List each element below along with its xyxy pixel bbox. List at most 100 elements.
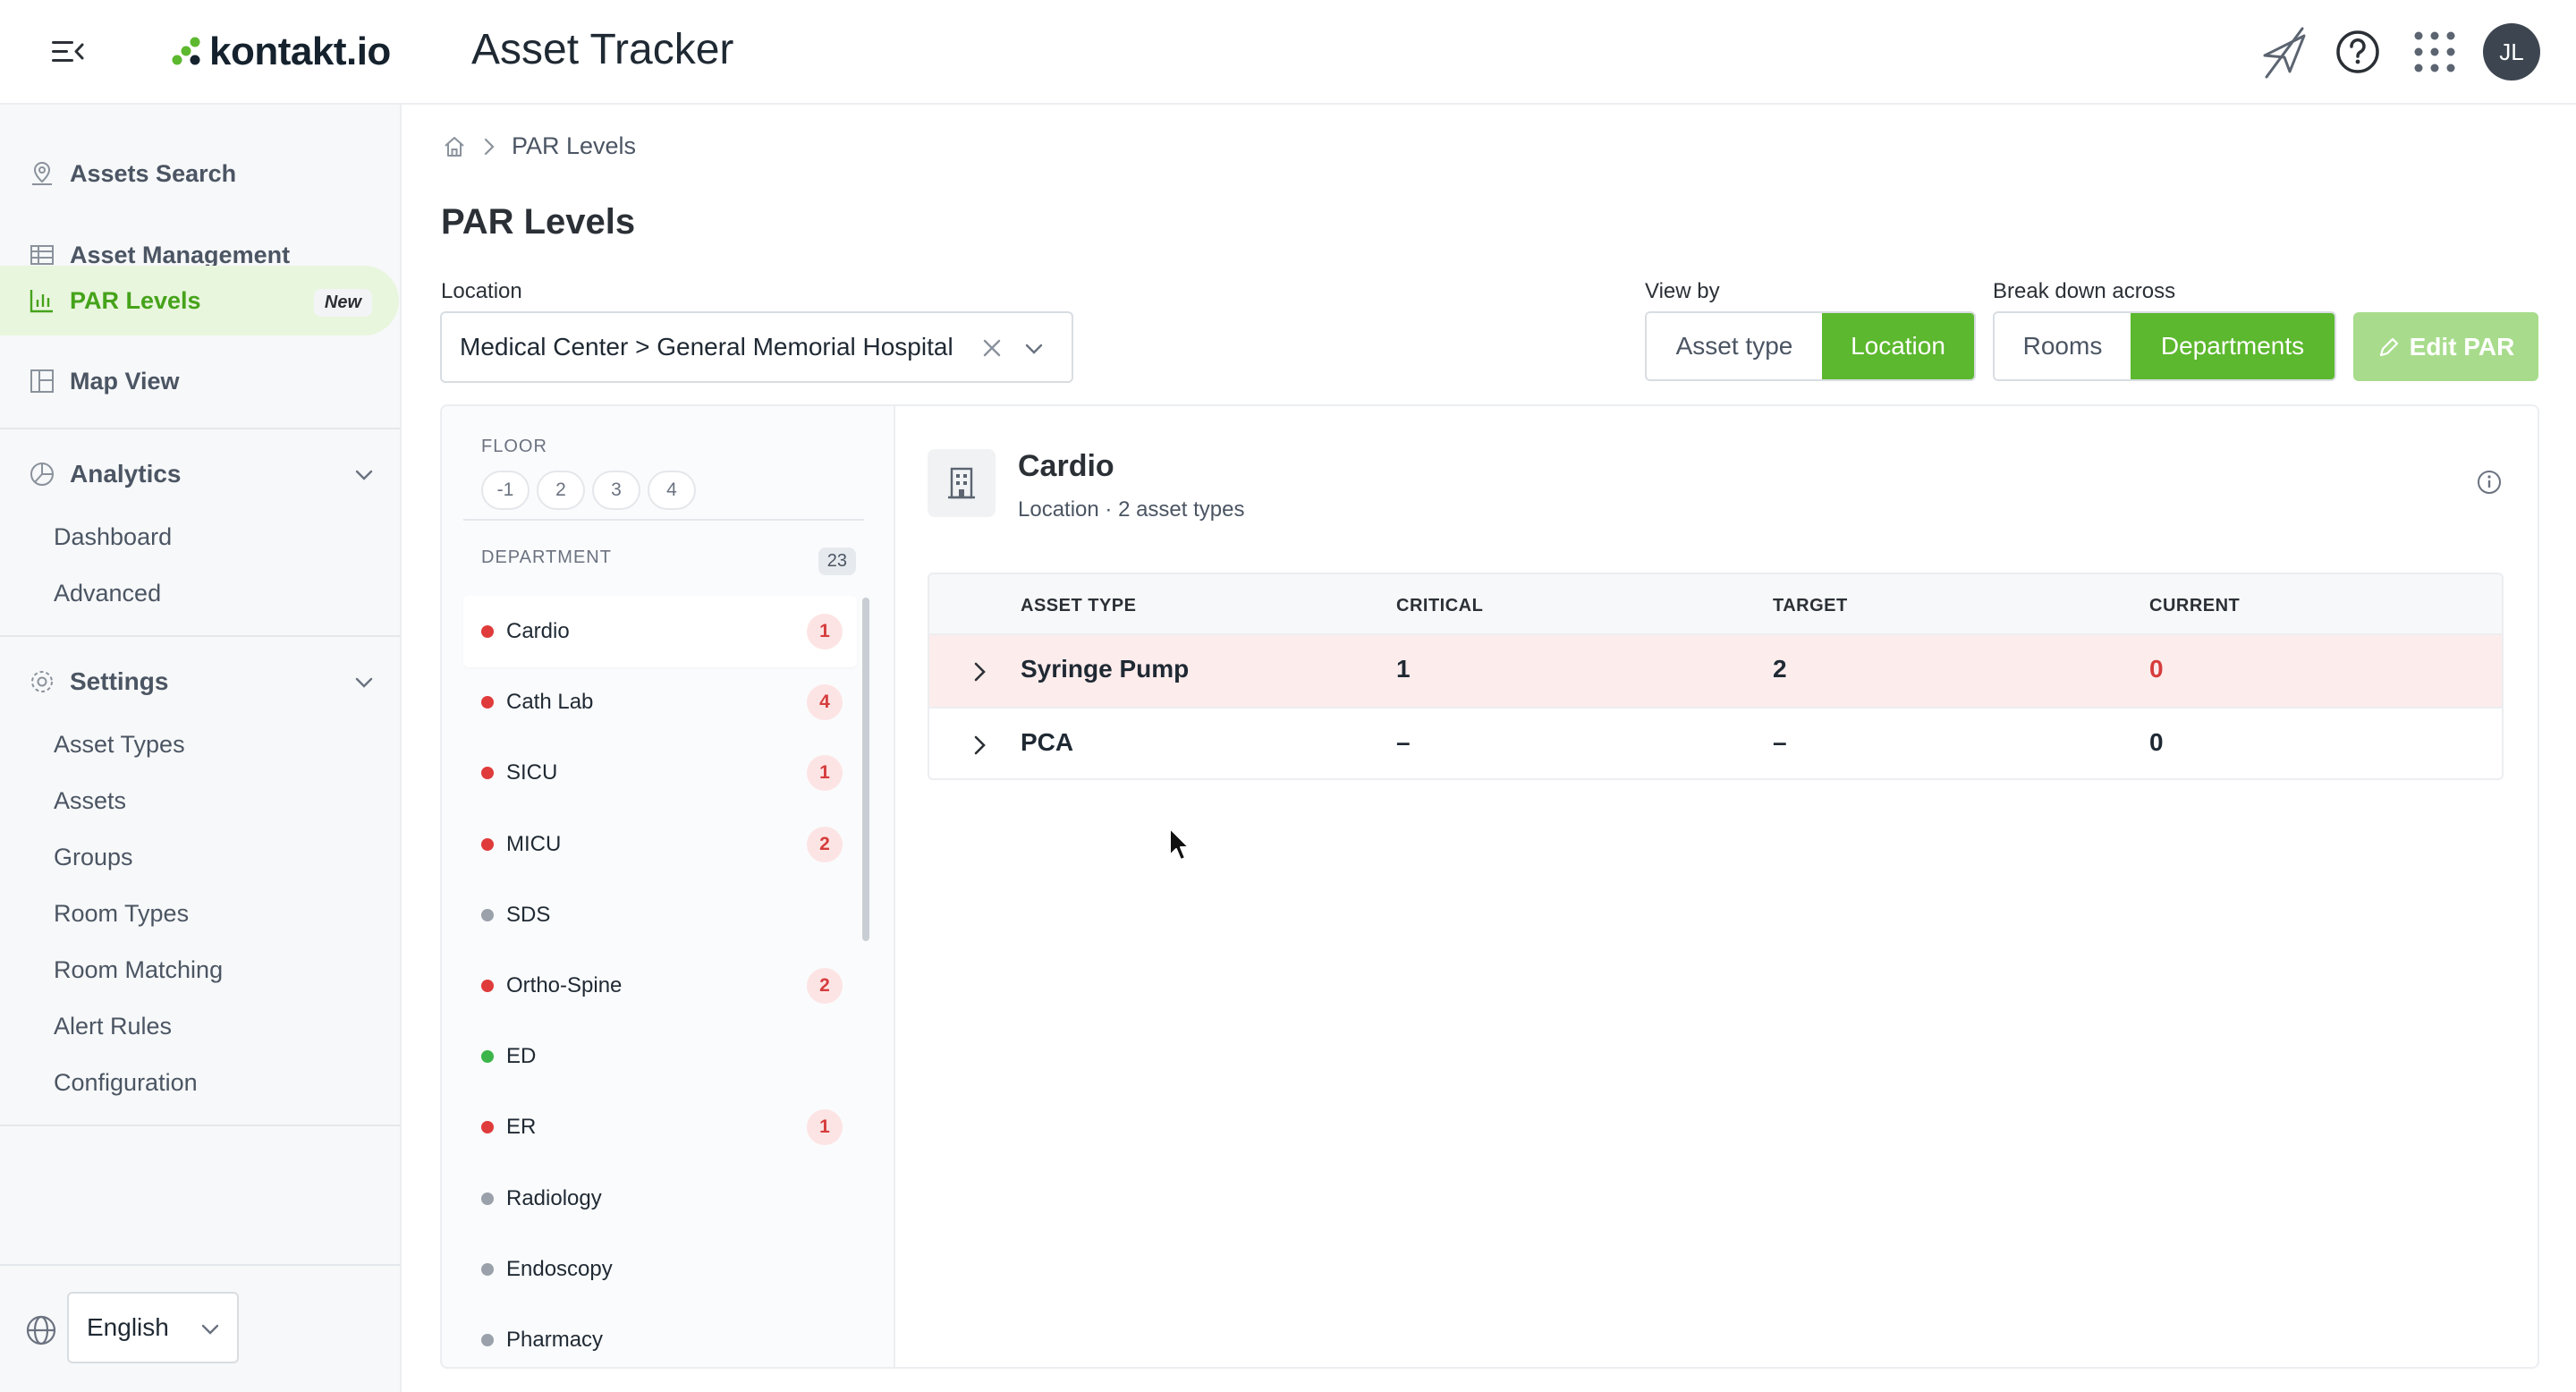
status-dot [481, 980, 494, 992]
sidebar-divider [0, 1264, 400, 1266]
view-by-asset-type-button[interactable]: Asset type [1647, 313, 1822, 379]
department-name: ED [506, 1044, 537, 1068]
user-avatar[interactable]: JL [2483, 23, 2540, 81]
filter-panel: FLOOR -1 2 3 4 DEPARTMENT 23 Cardio 1 Ca… [440, 404, 894, 1369]
chevron-right-icon[interactable] [970, 660, 990, 683]
help-icon[interactable] [2327, 21, 2388, 82]
view-by-location-button[interactable]: Location [1822, 313, 1974, 379]
department-item-micu[interactable]: MICU 2 [463, 809, 857, 880]
floor-chip[interactable]: -1 [481, 471, 530, 510]
kontakt-logo[interactable]: kontakt.io [170, 27, 391, 77]
apps-grid-icon[interactable] [2404, 21, 2465, 82]
sidebar-item-label: Assets Search [70, 159, 237, 187]
analytics-section-toggle[interactable]: Analytics [0, 443, 402, 505]
sidebar-item-label: Asset Management [70, 241, 291, 268]
department-alert-count: 1 [807, 1109, 843, 1145]
clear-icon[interactable] [980, 336, 1004, 360]
sidebar-item-label: Map View [70, 367, 180, 395]
table-header: ASSET TYPE CRITICAL TARGET CURRENT [929, 574, 2502, 635]
critical-cell: 1 [1396, 655, 1411, 683]
department-alert-count: 4 [807, 684, 843, 720]
department-scrollbar[interactable] [862, 598, 869, 941]
department-item-ed[interactable]: ED [463, 1021, 857, 1092]
breadcrumb: PAR Levels [442, 132, 636, 160]
chevron-right-icon[interactable] [970, 734, 990, 757]
layout-icon [30, 369, 54, 393]
logo-mark-icon [172, 37, 200, 65]
column-header-asset-type: ASSET TYPE [1021, 596, 1137, 615]
floor-label: FLOOR [481, 437, 547, 456]
sidebar-item-asset-types[interactable]: Asset Types [54, 731, 185, 759]
sidebar-item-room-types[interactable]: Room Types [54, 900, 189, 928]
department-name: Cath Lab [506, 690, 594, 714]
sidebar-divider [0, 1125, 400, 1126]
detail-subtitle: Location · 2 asset types [1018, 497, 1245, 522]
department-item-cardio[interactable]: Cardio 1 [463, 596, 857, 667]
chevron-down-icon [355, 470, 373, 480]
collapse-menu-icon[interactable] [50, 36, 86, 68]
critical-cell: – [1396, 728, 1411, 756]
gear-icon [31, 671, 53, 692]
department-name: Cardio [506, 619, 570, 643]
app-title: Asset Tracker [471, 26, 734, 73]
floor-chip[interactable]: 2 [537, 471, 585, 510]
target-cell: 2 [1773, 655, 1787, 683]
department-name: SDS [506, 903, 551, 927]
department-item-ortho-spine[interactable]: Ortho-Spine 2 [463, 950, 857, 1022]
sidebar-item-dashboard[interactable]: Dashboard [54, 523, 172, 551]
department-item-pharmacy[interactable]: Pharmacy [463, 1304, 857, 1367]
department-item-endoscopy[interactable]: Endoscopy [463, 1234, 857, 1305]
department-item-sds[interactable]: SDS [463, 879, 857, 951]
column-header-target: TARGET [1773, 596, 1848, 615]
floor-chip[interactable]: 3 [592, 471, 640, 510]
sidebar-item-map-view[interactable]: Map View [0, 346, 402, 416]
edit-par-button[interactable]: Edit PAR [2353, 312, 2538, 381]
status-dot [481, 909, 494, 921]
home-icon[interactable] [442, 134, 467, 159]
department-item-cath-lab[interactable]: Cath Lab 4 [463, 666, 857, 738]
sidebar-item-assets[interactable]: Assets [54, 787, 126, 815]
status-dot [481, 1050, 494, 1063]
department-alert-count: 1 [807, 755, 843, 791]
sidebar-item-groups[interactable]: Groups [54, 844, 133, 871]
sidebar-item-par-levels[interactable]: PAR Levels New [0, 266, 399, 335]
table-row[interactable]: Syringe Pump 1 2 0 [929, 635, 2502, 707]
status-dot [481, 1121, 494, 1133]
sidebar-divider [0, 635, 400, 637]
breakdown-rooms-button[interactable]: Rooms [1995, 313, 2131, 379]
sidebar-divider [0, 428, 400, 429]
department-alert-count: 2 [807, 827, 843, 862]
table-icon [30, 245, 54, 265]
sidebar-item-alert-rules[interactable]: Alert Rules [54, 1013, 172, 1040]
settings-section-toggle[interactable]: Settings [0, 650, 402, 713]
language-select[interactable]: English [67, 1292, 239, 1363]
department-count: 23 [818, 547, 856, 575]
location-value: Medical Center > General Memorial Hospit… [460, 333, 953, 361]
location-off-icon[interactable] [2254, 21, 2315, 82]
detail-panel [894, 404, 2539, 1369]
asset-type-cell: Syringe Pump [1021, 655, 1190, 683]
building-icon [928, 449, 996, 517]
floor-chip[interactable]: 4 [648, 471, 696, 510]
current-cell: 0 [2149, 728, 2164, 756]
sidebar-item-room-matching[interactable]: Room Matching [54, 956, 223, 984]
department-item-radiology[interactable]: Radiology [463, 1163, 857, 1235]
language-value: English [87, 1313, 169, 1341]
info-icon[interactable] [2476, 469, 2503, 496]
sidebar-item-advanced[interactable]: Advanced [54, 580, 161, 607]
sidebar-item-configuration[interactable]: Configuration [54, 1069, 198, 1097]
sidebar-item-label: PAR Levels [70, 286, 201, 314]
breakdown-departments-button[interactable]: Departments [2131, 313, 2334, 379]
location-select[interactable]: Medical Center > General Memorial Hospit… [440, 311, 1073, 383]
chevron-down-icon[interactable] [1021, 336, 1046, 361]
map-pin-icon [32, 161, 52, 185]
globe-icon [26, 1315, 56, 1345]
table-row[interactable]: PCA – – 0 [929, 709, 2502, 778]
logo-text: kontakt.io [209, 30, 391, 73]
sidebar-item-assets-search[interactable]: Assets Search [0, 139, 402, 208]
asset-type-cell: PCA [1021, 728, 1074, 756]
department-item-sicu[interactable]: SICU 1 [463, 737, 857, 809]
department-item-er[interactable]: ER 1 [463, 1091, 857, 1163]
new-badge: New [313, 289, 372, 317]
status-dot [481, 1193, 494, 1205]
